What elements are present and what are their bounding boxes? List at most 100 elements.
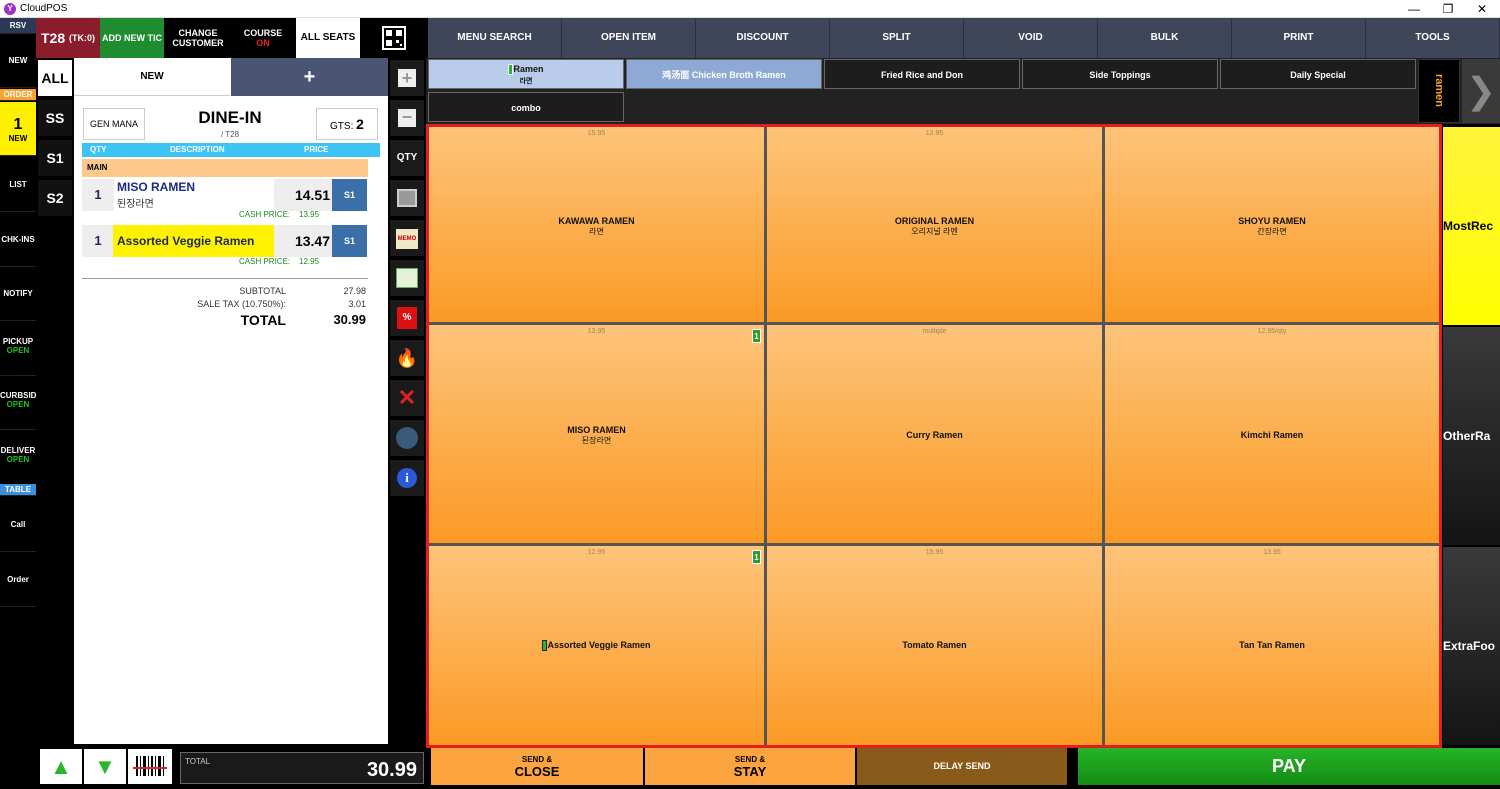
discount-off-button[interactable]: % bbox=[390, 300, 424, 336]
notify-button[interactable]: NOTIFY bbox=[0, 267, 36, 321]
group-most-recent[interactable]: MostRec bbox=[1443, 127, 1500, 325]
seat-all[interactable]: ALL bbox=[38, 60, 72, 96]
minus-button[interactable]: − bbox=[390, 100, 424, 136]
delay-send-button[interactable]: DELAY SEND bbox=[857, 748, 1067, 785]
category-ramen[interactable]: Ramen 라면 bbox=[428, 59, 624, 89]
category-side-toppings[interactable]: Side Toppings bbox=[1022, 59, 1218, 89]
plus-button[interactable]: + bbox=[390, 60, 424, 96]
call-button[interactable]: Call bbox=[0, 498, 36, 552]
send-stay-button[interactable]: SEND & STAY bbox=[645, 748, 855, 785]
memo-icon: MEMO bbox=[396, 229, 418, 249]
tax-value: 3.01 bbox=[348, 299, 366, 309]
order-label: ORDER bbox=[0, 89, 36, 101]
menu-item-miso-ramen[interactable]: 13.95 1 MISO RAMEN 된장라면 bbox=[429, 325, 764, 543]
info-button[interactable]: i bbox=[390, 460, 424, 496]
qty-button[interactable]: QTY bbox=[390, 140, 424, 176]
open-item-button[interactable]: OPEN ITEM bbox=[562, 18, 696, 58]
course-label: COURSE bbox=[243, 28, 283, 38]
gift-button[interactable] bbox=[390, 180, 424, 216]
check-ins-button[interactable]: CHK-INS bbox=[0, 213, 36, 267]
gen-mana-button[interactable]: GEN MANA bbox=[83, 108, 145, 140]
menu-item-kawawa-ramen[interactable]: 15.95 KAWAWA RAMEN 라면 bbox=[429, 127, 764, 322]
menu-item-assorted-veggie-ramen[interactable]: 12.95 1 Assorted Veggie Ramen bbox=[429, 546, 764, 745]
modifier-button[interactable] bbox=[390, 260, 424, 296]
delivery-button[interactable]: DELIVER OPEN bbox=[0, 431, 36, 485]
order-button[interactable]: Order bbox=[0, 553, 36, 607]
fire-button[interactable]: 🔥 bbox=[390, 340, 424, 376]
next-page-button[interactable]: ❯ bbox=[1462, 59, 1500, 123]
minimize-button[interactable]: — bbox=[1404, 1, 1424, 17]
ticket-table[interactable]: T28 (TK:0) bbox=[36, 18, 100, 58]
section-main: MAIN bbox=[82, 159, 368, 177]
qr-code-button[interactable] bbox=[362, 18, 426, 58]
pickup-button[interactable]: PICKUP OPEN bbox=[0, 322, 36, 376]
menu-item-shoyu-ramen[interactable]: SHOYU RAMEN 간장라면 bbox=[1105, 127, 1439, 322]
info-icon: i bbox=[397, 468, 417, 488]
line-subname: 된장라면 bbox=[117, 199, 154, 210]
category-combo[interactable]: combo bbox=[428, 92, 624, 122]
bulk-button[interactable]: BULK bbox=[1098, 18, 1232, 58]
menu-item-tomato-ramen[interactable]: 15.95 Tomato Ramen bbox=[767, 546, 1102, 745]
add-new-ticket-button[interactable]: ADD NEW TIC bbox=[100, 18, 164, 58]
scroll-up-button[interactable]: ▲ bbox=[40, 749, 82, 784]
print-button[interactable]: PRINT bbox=[1232, 18, 1366, 58]
group-extra-food[interactable]: ExtraFoo bbox=[1443, 547, 1500, 745]
refresh-button[interactable] bbox=[390, 420, 424, 456]
order-line[interactable]: 1 Assorted Veggie Ramen 13.47 S1 bbox=[82, 225, 368, 257]
list-button[interactable]: LIST bbox=[0, 158, 36, 212]
maximize-button[interactable]: ❐ bbox=[1438, 1, 1458, 17]
menu-search-button[interactable]: MENU SEARCH bbox=[428, 18, 562, 58]
close-window-button[interactable]: ✕ bbox=[1472, 1, 1492, 17]
send-stay-top: SEND & bbox=[734, 755, 766, 764]
menu-item-kimchi-ramen[interactable]: 12.95/qty Kimchi Ramen bbox=[1105, 325, 1439, 543]
item-count-badge: 1 bbox=[752, 329, 761, 343]
new-button[interactable]: NEW bbox=[0, 34, 36, 88]
menu-item-name: Kimchi Ramen bbox=[1240, 430, 1304, 440]
ticket-table-number: T28 bbox=[40, 30, 66, 46]
menu-item-original-ramen[interactable]: 12.95 ORIGINAL RAMEN 오리지널 라멘 bbox=[767, 127, 1102, 322]
new-orders-counter[interactable]: 1 NEW bbox=[0, 102, 36, 156]
discount-button[interactable]: DISCOUNT bbox=[696, 18, 830, 58]
void-button[interactable]: VOID bbox=[964, 18, 1098, 58]
add-tab-button[interactable]: + bbox=[231, 58, 388, 96]
menu-item-price: 13.95 bbox=[1263, 549, 1281, 556]
guests-button[interactable]: GTS: 2 bbox=[316, 108, 378, 140]
group-tab-ramen[interactable]: ramen bbox=[1418, 59, 1460, 123]
group-other-ramen[interactable]: OtherRa bbox=[1443, 327, 1500, 545]
change-customer-button[interactable]: CHANGE CUSTOMER bbox=[166, 18, 230, 58]
memo-button[interactable]: MEMO bbox=[390, 220, 424, 256]
category-fried-rice[interactable]: Fried Rice and Don bbox=[824, 59, 1020, 89]
order-line[interactable]: 1 MISO RAMEN 된장라면 14.51 S1 bbox=[82, 179, 368, 211]
menu-item-curry-ramen[interactable]: multiple Curry Ramen bbox=[767, 325, 1102, 543]
delivery-label: DELIVER bbox=[0, 446, 36, 455]
line-seat-button[interactable]: S1 bbox=[332, 225, 367, 257]
tab-new[interactable]: NEW bbox=[74, 58, 230, 96]
category-daily-special[interactable]: Daily Special bbox=[1220, 59, 1416, 89]
pay-button[interactable]: PAY bbox=[1078, 748, 1500, 785]
tools-button[interactable]: TOOLS bbox=[1366, 18, 1500, 58]
seat-s2[interactable]: S2 bbox=[38, 180, 72, 216]
menu-item-name: Assorted Veggie Ramen bbox=[547, 640, 651, 650]
line-seat-button[interactable]: S1 bbox=[332, 179, 367, 211]
menu-item-korean: 된장라면 bbox=[581, 436, 612, 445]
delete-button[interactable]: ✕ bbox=[390, 380, 424, 416]
menu-item-tan-tan-ramen[interactable]: 13.95 Tan Tan Ramen bbox=[1105, 546, 1439, 745]
all-seats-button[interactable]: ALL SEATS bbox=[296, 18, 360, 58]
split-button[interactable]: SPLIT bbox=[830, 18, 964, 58]
rsv-button[interactable]: RSV bbox=[0, 18, 36, 34]
course-status: ON bbox=[256, 38, 270, 48]
category-chicken-broth[interactable]: 鸡汤面 Chicken Broth Ramen bbox=[626, 59, 822, 89]
seat-s1[interactable]: S1 bbox=[38, 140, 72, 176]
barcode-button[interactable] bbox=[128, 749, 172, 784]
course-button[interactable]: COURSE ON bbox=[232, 18, 294, 58]
send-close-button[interactable]: SEND & CLOSE bbox=[431, 748, 643, 785]
menu-item-price: 12.95/qty bbox=[1257, 328, 1287, 335]
scroll-down-button[interactable]: ▼ bbox=[84, 749, 126, 784]
minus-icon: − bbox=[398, 108, 416, 127]
total-display-label: TOTAL bbox=[185, 757, 211, 766]
order-panel: NEW + GEN MANA DINE-IN / T28 GTS: 2 QTY … bbox=[74, 58, 388, 744]
cash-price-label: CASH PRICE: bbox=[239, 257, 291, 266]
menu-item-name: Tan Tan Ramen bbox=[1239, 640, 1305, 650]
curbside-button[interactable]: CURBSID OPEN bbox=[0, 376, 36, 430]
seat-ss[interactable]: SS bbox=[38, 100, 72, 136]
